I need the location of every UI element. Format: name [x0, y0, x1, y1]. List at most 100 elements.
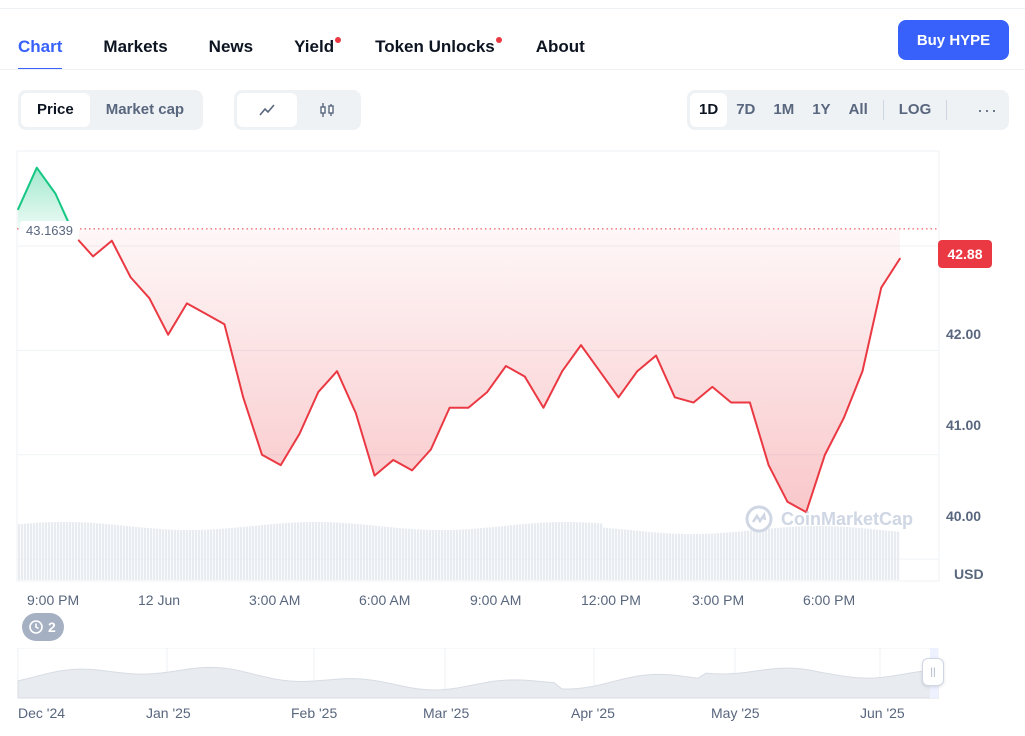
volume-bar — [420, 529, 423, 580]
range-navigator[interactable] — [0, 648, 1025, 700]
volume-bar — [585, 522, 588, 580]
log-scale-button[interactable]: LOG — [890, 93, 941, 127]
volume-bar — [723, 532, 726, 580]
more-options-icon[interactable]: ··· — [977, 100, 998, 121]
tab-yield[interactable]: Yield — [294, 28, 342, 70]
tabs-divider — [0, 69, 1025, 70]
volume-bar — [192, 529, 195, 580]
volume-bar — [570, 522, 573, 580]
volume-bar — [435, 529, 438, 580]
volume-bar — [450, 529, 453, 580]
volume-bar — [330, 522, 333, 580]
volume-bar — [459, 529, 462, 580]
price-point — [204, 313, 207, 315]
volume-bar — [609, 528, 612, 580]
volume-bar — [627, 529, 630, 580]
market-cap-toggle[interactable]: Market cap — [90, 93, 200, 127]
volume-bar — [108, 524, 111, 580]
volume-bar — [531, 523, 534, 580]
volume-bar — [822, 526, 825, 580]
tab-token-unlocks[interactable]: Token Unlocks — [375, 28, 502, 70]
line-chart-button[interactable] — [237, 93, 297, 127]
volume-bar — [66, 522, 69, 580]
volume-bar — [510, 525, 513, 580]
x-tick-label: 3:00 AM — [249, 592, 301, 608]
volume-bar — [828, 526, 831, 580]
volume-bar — [864, 528, 867, 580]
price-point — [730, 401, 732, 404]
price-point — [242, 396, 244, 399]
volume-bar — [621, 529, 624, 580]
range-1d[interactable]: 1D — [690, 93, 728, 127]
range-7d[interactable]: 7D — [727, 93, 764, 127]
price-point — [711, 386, 714, 388]
volume-bar — [702, 533, 705, 580]
range-all[interactable]: All — [840, 93, 877, 127]
volume-bar — [240, 527, 243, 580]
price-point — [411, 469, 413, 472]
volume-bar — [294, 522, 297, 580]
candlestick-chart-button[interactable] — [297, 93, 357, 127]
volume-bar — [18, 524, 21, 580]
volume-bar — [408, 528, 411, 580]
volume-bar — [84, 522, 87, 580]
buy-button[interactable]: Buy HYPE — [898, 20, 1009, 60]
chart-type-toggle — [234, 90, 361, 130]
volume-bar — [492, 527, 495, 580]
top-divider — [0, 8, 1025, 9]
price-toggle[interactable]: Price — [21, 93, 90, 127]
volume-bar — [504, 525, 507, 580]
volume-bar — [534, 523, 537, 580]
volume-bar — [537, 522, 540, 580]
volume-bar — [894, 531, 897, 580]
tab-chart[interactable]: Chart — [18, 28, 63, 70]
price-point — [430, 448, 432, 451]
volume-bar — [162, 529, 165, 580]
volume-bar — [399, 528, 402, 580]
volume-bar — [678, 533, 681, 580]
volume-bar — [642, 531, 645, 580]
volume-bar — [201, 529, 204, 580]
volume-bar — [360, 524, 363, 580]
volume-bar — [369, 525, 372, 580]
volume-bar — [756, 529, 759, 580]
volume-bar — [21, 523, 24, 580]
price-point — [692, 401, 695, 404]
volume-bar — [228, 528, 231, 580]
volume-bar — [798, 526, 801, 580]
volume-bar — [132, 526, 135, 580]
price-point — [186, 302, 188, 305]
volume-bar — [219, 528, 222, 580]
tab-news[interactable]: News — [209, 28, 253, 70]
volume-bar — [792, 526, 795, 580]
volume-bar — [615, 528, 618, 580]
volume-bar — [843, 526, 846, 580]
volume-bar — [69, 522, 72, 580]
volume-bar — [210, 529, 213, 580]
volume-bar — [426, 529, 429, 580]
range-1m[interactable]: 1M — [764, 93, 803, 127]
volume-bar — [597, 523, 600, 580]
tab-markets[interactable]: Markets — [103, 28, 167, 70]
volume-bar — [558, 522, 561, 580]
volume-bar — [204, 529, 207, 580]
volume-bar — [333, 522, 336, 580]
volume-bar — [639, 531, 642, 580]
price-point — [542, 406, 545, 409]
price-point — [674, 396, 676, 399]
price-point — [223, 323, 226, 326]
volume-bar — [507, 525, 510, 580]
volume-bar — [795, 526, 798, 580]
volume-bar — [732, 532, 735, 580]
volume-bar — [672, 533, 675, 580]
history-badge[interactable]: 2 — [22, 613, 64, 641]
volume-bar — [258, 525, 261, 580]
volume-bar — [456, 529, 459, 580]
range-1y[interactable]: 1Y — [803, 93, 839, 127]
volume-bar — [327, 522, 330, 580]
volume-bar — [513, 524, 516, 580]
volume-bar — [303, 522, 306, 580]
tab-about[interactable]: About — [536, 28, 585, 70]
volume-bar — [189, 529, 192, 580]
navigator-handle[interactable]: || — [922, 658, 944, 686]
